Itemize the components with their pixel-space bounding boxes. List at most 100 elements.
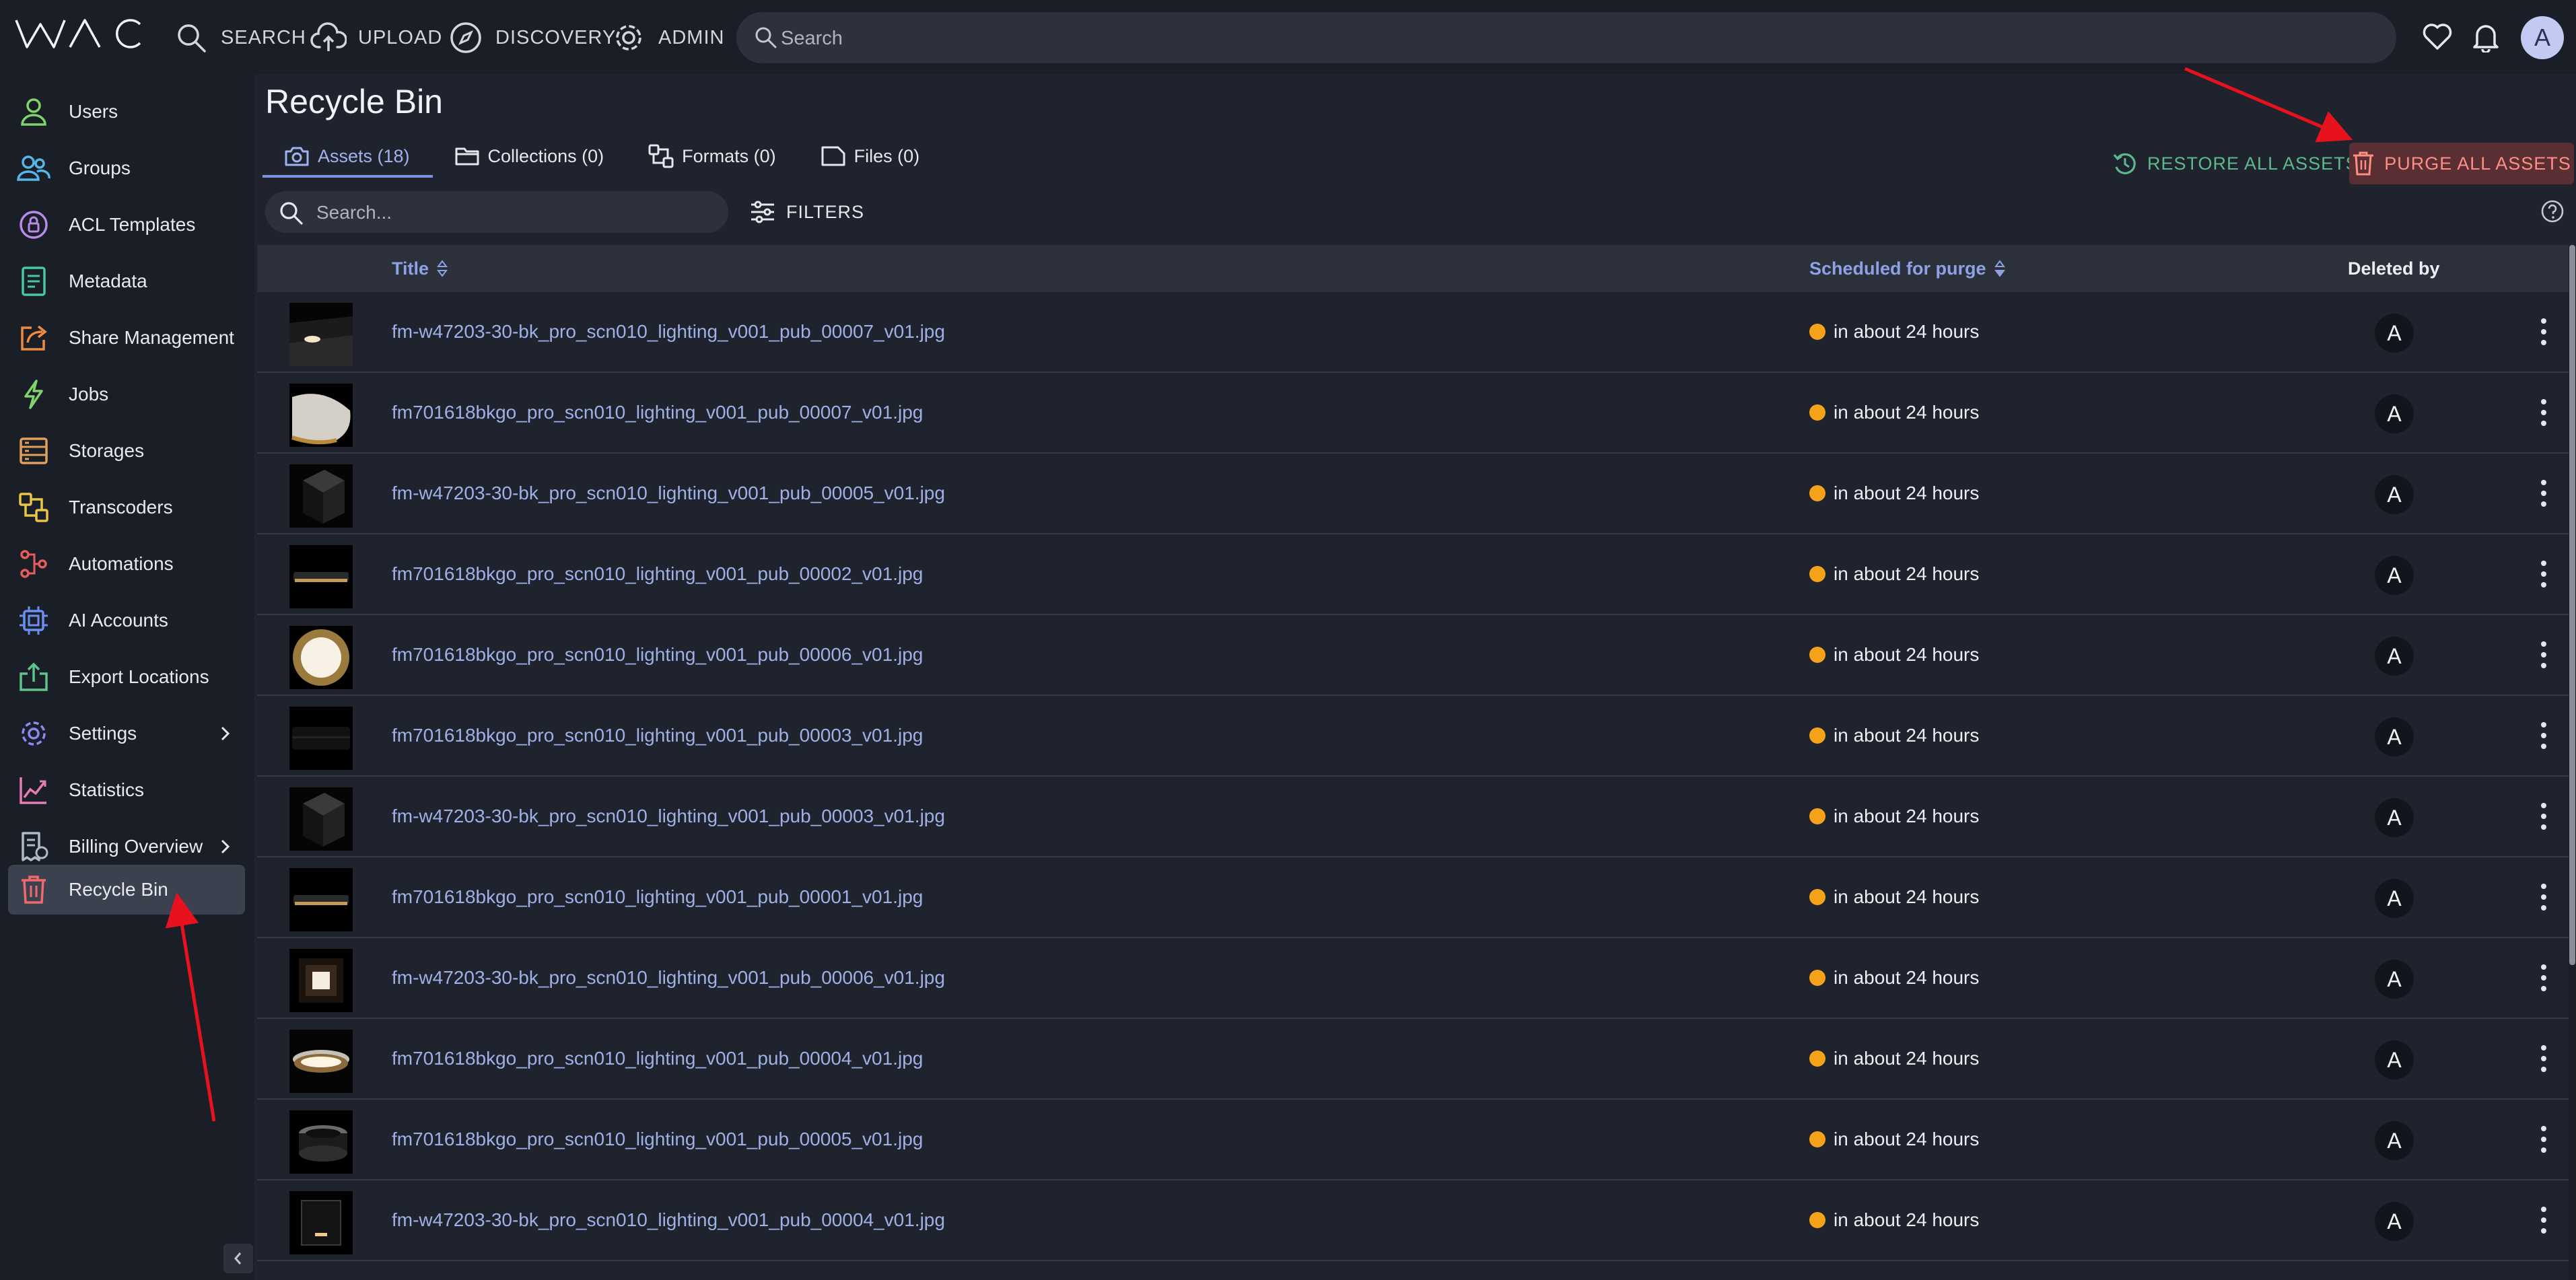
wac-logo[interactable]: [15, 17, 144, 50]
deleted-by-avatar[interactable]: A: [2375, 1202, 2414, 1241]
table-row[interactable]: fm701618bkgo_pro_scn010_lighting_v001_pu…: [257, 373, 2573, 454]
sidebar-item-settings[interactable]: Settings: [8, 709, 245, 758]
table-row[interactable]: fm701618bkgo_pro_scn010_lighting_v001_pu…: [257, 1019, 2573, 1100]
sidebar-item-billing-overview[interactable]: Billing Overview: [8, 822, 245, 872]
asset-title-link[interactable]: fm-w47203-30-bk_pro_scn010_lighting_v001…: [392, 1180, 945, 1260]
asset-search-input[interactable]: [315, 191, 715, 234]
asset-thumbnail[interactable]: [289, 1110, 353, 1174]
global-search[interactable]: [736, 12, 2396, 65]
asset-title-link[interactable]: fm-w47203-30-bk_pro_scn010_lighting_v001…: [392, 777, 945, 856]
nav-discovery[interactable]: DISCOVERY: [447, 19, 616, 57]
asset-title-link[interactable]: fm701618bkgo_pro_scn010_lighting_v001_pu…: [392, 373, 923, 452]
deleted-by-avatar[interactable]: A: [2375, 1121, 2414, 1160]
asset-search[interactable]: [265, 191, 728, 234]
asset-title-link[interactable]: fm-w47203-30-bk_pro_scn010_lighting_v001…: [392, 292, 945, 371]
table-row[interactable]: fm701618bkgo_pro_scn010_lighting_v001_pu…: [257, 696, 2573, 777]
deleted-by-avatar[interactable]: A: [2375, 475, 2414, 514]
restore-all-assets-button[interactable]: RESTORE ALL ASSETS: [2112, 143, 2359, 184]
asset-title-link[interactable]: fm701618bkgo_pro_scn010_lighting_v001_pu…: [392, 534, 923, 614]
asset-title-link[interactable]: fm701618bkgo_pro_scn010_lighting_v001_pu…: [392, 1019, 923, 1098]
table-row[interactable]: fm701618bkgo_pro_scn010_lighting_v001_pu…: [257, 857, 2573, 938]
favorites-button[interactable]: [2418, 17, 2457, 57]
deleted-by-avatar[interactable]: A: [2375, 879, 2414, 918]
nav-search[interactable]: SEARCH: [172, 19, 306, 57]
nav-upload[interactable]: UPLOAD: [310, 19, 442, 57]
asset-thumbnail[interactable]: [289, 1030, 353, 1093]
asset-title-link[interactable]: fm-w47203-30-bk_pro_scn010_lighting_v001…: [392, 938, 945, 1018]
row-menu-button[interactable]: [2535, 638, 2552, 672]
row-menu-button[interactable]: [2535, 396, 2552, 429]
sidebar-item-metadata[interactable]: Metadata: [8, 256, 245, 306]
table-row[interactable]: fm-w47203-30-bk_pro_scn010_lighting_v001…: [257, 1180, 2573, 1261]
row-menu-button[interactable]: [2535, 1203, 2552, 1237]
deleted-by-avatar[interactable]: A: [2375, 960, 2414, 999]
sidebar-item-groups[interactable]: Groups: [8, 143, 245, 193]
nav-admin[interactable]: ADMIN: [610, 19, 724, 57]
row-menu-button[interactable]: [2535, 1042, 2552, 1075]
tab-formats[interactable]: Formats (0): [627, 137, 799, 175]
table-row[interactable]: fm701618bkgo_pro_scn010_lighting_v001_pu…: [257, 615, 2573, 696]
asset-thumbnail[interactable]: [289, 464, 353, 528]
sidebar-item-transcoders[interactable]: Transcoders: [8, 483, 245, 532]
row-menu-button[interactable]: [2535, 1123, 2552, 1156]
asset-thumbnail[interactable]: [289, 545, 353, 608]
help-button[interactable]: [2540, 199, 2565, 223]
row-menu-button[interactable]: [2535, 799, 2552, 833]
sidebar-item-automations[interactable]: Automations: [8, 539, 245, 589]
filters-button[interactable]: FILTERS: [750, 191, 864, 233]
tab-assets[interactable]: Assets (18): [263, 137, 433, 178]
deleted-by-avatar[interactable]: A: [2375, 637, 2414, 676]
sidebar-item-ai-accounts[interactable]: AI Accounts: [8, 596, 245, 645]
sidebar-item-acl-templates[interactable]: ACL Templates: [8, 200, 245, 250]
sidebar-item-jobs[interactable]: Jobs: [8, 369, 245, 419]
table-row[interactable]: fm-w47203-30-bk_pro_scn010_lighting_v001…: [257, 938, 2573, 1019]
sidebar-item-recycle-bin[interactable]: Recycle Bin: [8, 865, 245, 915]
asset-thumbnail[interactable]: [289, 303, 353, 366]
asset-thumbnail[interactable]: [289, 384, 353, 447]
sidebar-item-statistics[interactable]: Statistics: [8, 765, 245, 815]
user-avatar[interactable]: A: [2521, 16, 2564, 59]
tab-files[interactable]: Files (0): [799, 137, 943, 175]
row-menu-button[interactable]: [2535, 315, 2552, 349]
tab-collections[interactable]: Collections (0): [433, 137, 627, 175]
purge-all-assets-button[interactable]: PURGE ALL ASSETS: [2349, 143, 2574, 184]
asset-thumbnail[interactable]: [289, 949, 353, 1012]
deleted-by-avatar[interactable]: A: [2375, 1040, 2414, 1079]
asset-thumbnail[interactable]: [289, 787, 353, 851]
global-search-input[interactable]: [779, 12, 2371, 65]
deleted-by-avatar[interactable]: A: [2375, 798, 2414, 837]
table-row[interactable]: fm-w47203-30-bk_pro_scn010_lighting_v001…: [257, 292, 2573, 373]
scrollbar-thumb[interactable]: [2569, 245, 2575, 965]
column-scheduled-header[interactable]: Scheduled for purge: [1809, 245, 2005, 292]
row-menu-button[interactable]: [2535, 719, 2552, 752]
asset-thumbnail[interactable]: [289, 626, 353, 689]
table-row[interactable]: fm-w47203-30-bk_pro_scn010_lighting_v001…: [257, 777, 2573, 857]
table-row[interactable]: fm-w47203-30-bk_pro_scn010_lighting_v001…: [257, 454, 2573, 534]
row-menu-button[interactable]: [2535, 880, 2552, 914]
asset-title-link[interactable]: fm-w47203-30-bk_pro_scn010_lighting_v001…: [392, 454, 945, 533]
deleted-by-avatar[interactable]: A: [2375, 314, 2414, 353]
sidebar-item-share-management[interactable]: Share Management: [8, 313, 245, 363]
asset-title-link[interactable]: fm701618bkgo_pro_scn010_lighting_v001_pu…: [392, 857, 923, 937]
deleted-by-avatar[interactable]: A: [2375, 556, 2414, 595]
table-row[interactable]: fm701618bkgo_pro_scn010_lighting_v001_pu…: [257, 1100, 2573, 1180]
row-menu-button[interactable]: [2535, 476, 2552, 510]
row-menu-button[interactable]: [2535, 961, 2552, 995]
asset-title-link[interactable]: fm701618bkgo_pro_scn010_lighting_v001_pu…: [392, 1100, 923, 1179]
collapse-sidebar-button[interactable]: [223, 1244, 253, 1273]
sidebar-item-storages[interactable]: Storages: [8, 426, 245, 476]
deleted-by-avatar[interactable]: A: [2375, 394, 2414, 433]
asset-title-link[interactable]: fm701618bkgo_pro_scn010_lighting_v001_pu…: [392, 615, 923, 695]
row-menu-button[interactable]: [2535, 557, 2552, 591]
asset-title-link[interactable]: fm701618bkgo_pro_scn010_lighting_v001_pu…: [392, 696, 923, 775]
table-row[interactable]: fm701618bkgo_pro_scn010_lighting_v001_pu…: [257, 534, 2573, 615]
notifications-button[interactable]: [2466, 17, 2505, 57]
deleted-by-avatar[interactable]: A: [2375, 717, 2414, 756]
sidebar-item-export-locations[interactable]: Export Locations: [8, 652, 245, 702]
asset-thumbnail[interactable]: [289, 868, 353, 931]
search-icon: [172, 19, 210, 57]
column-title-header[interactable]: Title: [392, 245, 448, 292]
asset-thumbnail[interactable]: [289, 707, 353, 770]
sidebar-item-users[interactable]: Users: [8, 87, 245, 137]
asset-thumbnail[interactable]: [289, 1191, 353, 1254]
